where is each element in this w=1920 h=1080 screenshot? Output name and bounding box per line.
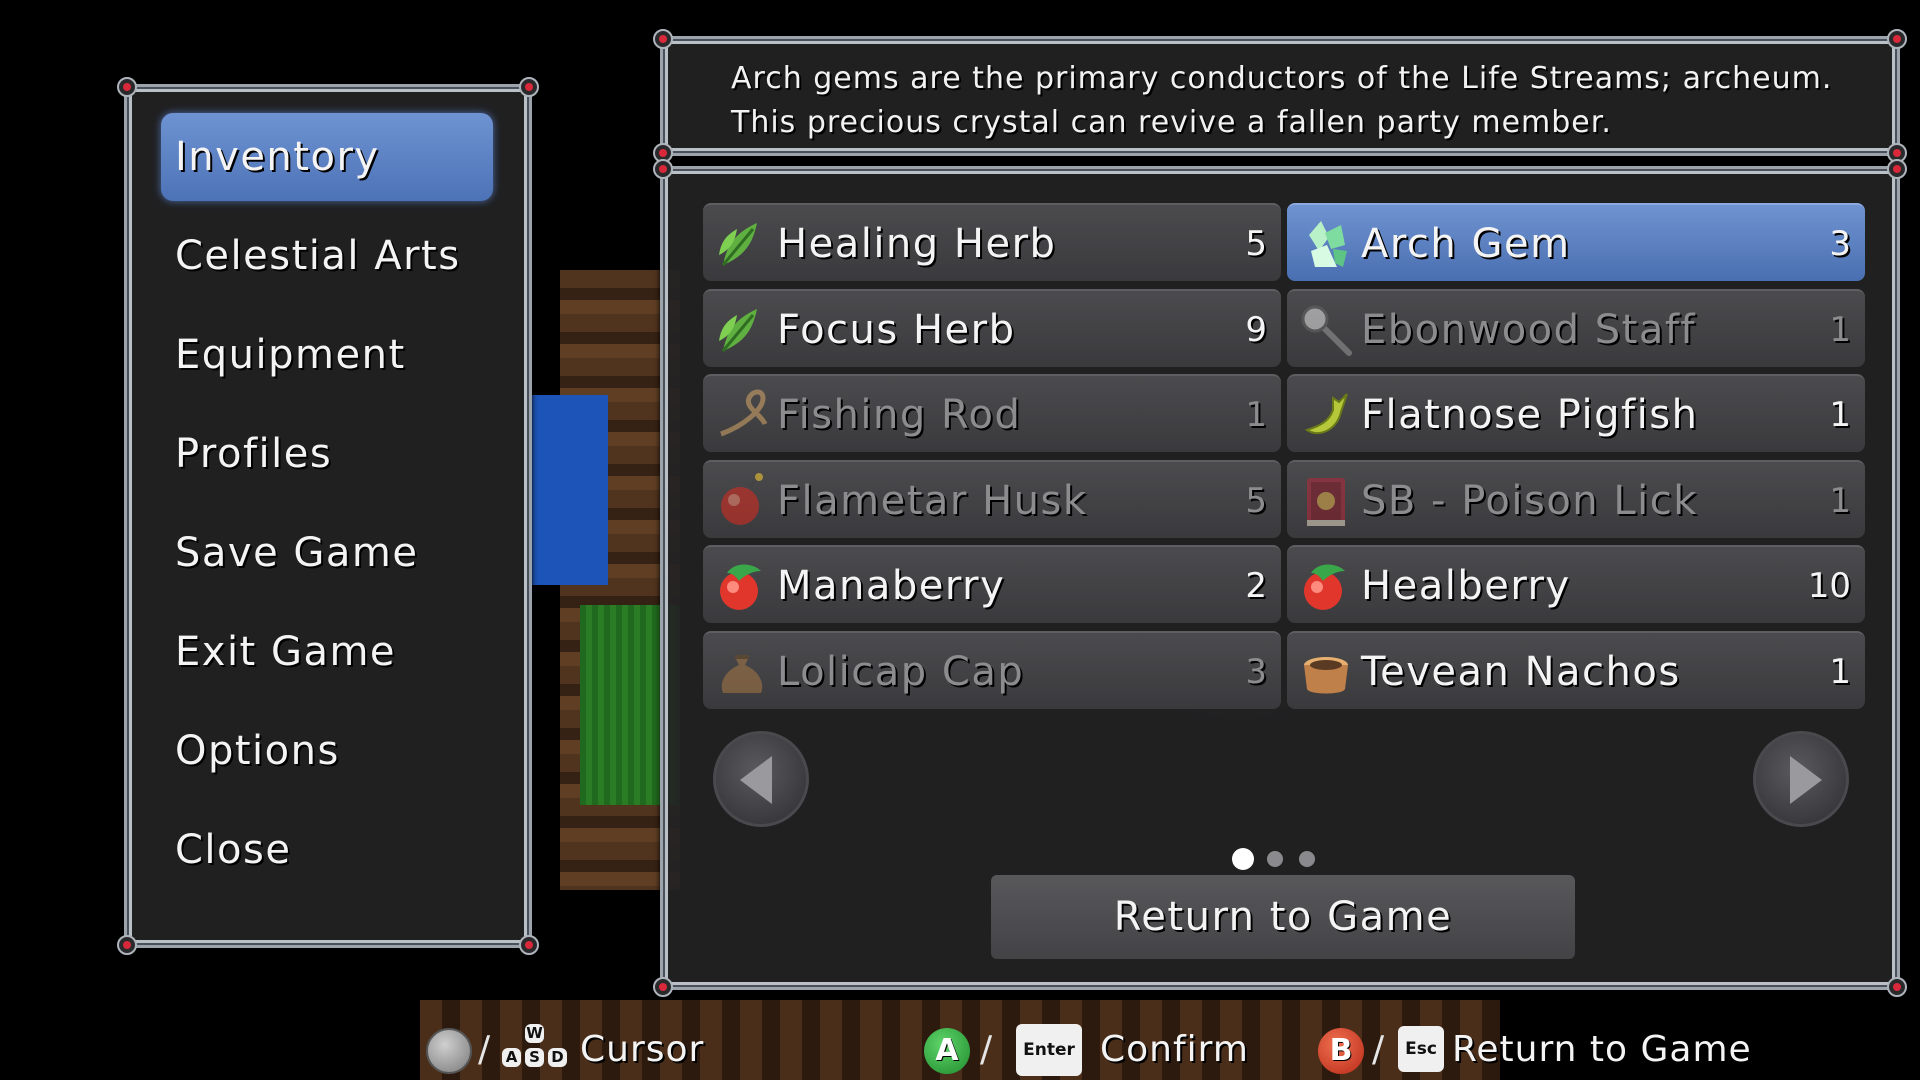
- item-quantity: 1: [1829, 395, 1851, 435]
- corner-gem-icon: [117, 77, 137, 97]
- menu-item-celestial-arts[interactable]: Celestial Arts: [161, 212, 493, 300]
- control-hints-bar: / W A S D Cursor A / Enter Confirm B / E…: [0, 1020, 1920, 1080]
- previous-page-button[interactable]: [713, 731, 809, 827]
- left-arrow-icon: [740, 756, 772, 804]
- confirm-hint-label: Confirm: [1100, 1029, 1249, 1070]
- corner-gem-icon: [653, 977, 673, 997]
- inventory-slot[interactable]: Fishing Rod 1: [703, 374, 1281, 452]
- item-quantity: 2: [1245, 566, 1267, 606]
- next-page-button[interactable]: [1753, 731, 1849, 827]
- inventory-slot[interactable]: Focus Herb 9: [703, 288, 1281, 367]
- menu-item-exit-game[interactable]: Exit Game: [161, 608, 493, 696]
- corner-gem-icon: [653, 29, 673, 49]
- wasd-keys-icon: W A S D: [500, 1024, 570, 1076]
- pot-icon: [1297, 643, 1355, 701]
- item-quantity: 1: [1829, 480, 1851, 521]
- berry-icon: [1297, 557, 1355, 615]
- inventory-slot[interactable]: Flatnose Pigfish 1: [1287, 374, 1865, 452]
- item-name: Healing Herb: [777, 221, 1057, 267]
- item-quantity: 1: [1245, 395, 1267, 435]
- esc-key-icon: Esc: [1398, 1026, 1444, 1072]
- a-button-icon: A: [924, 1028, 970, 1074]
- fish-icon: [1297, 386, 1355, 444]
- inventory-slot[interactable]: Tevean Nachos 1: [1287, 630, 1865, 709]
- item-name: Flatnose Pigfish: [1361, 392, 1699, 438]
- corner-gem-icon: [519, 935, 539, 955]
- book-icon: [1297, 472, 1355, 530]
- page-dot-active[interactable]: [1232, 848, 1254, 870]
- inventory-slot[interactable]: Flametar Husk 5: [703, 459, 1281, 538]
- menu-item-profiles[interactable]: Profiles: [161, 410, 493, 498]
- page-dot[interactable]: [1267, 851, 1283, 867]
- inventory-slot[interactable]: Lolicap Cap 3: [703, 630, 1281, 709]
- hint-separator: /: [478, 1029, 491, 1070]
- main-menu-panel: Inventory Celestial Arts Equipment Profiles…: [117, 77, 539, 955]
- corner-gem-icon: [1887, 159, 1907, 179]
- corner-gem-icon: [117, 935, 137, 955]
- inventory-slot[interactable]: Healing Herb 5: [703, 203, 1281, 281]
- item-name: Ebonwood Staff: [1361, 306, 1697, 353]
- key-d: D: [548, 1048, 567, 1067]
- item-name: Focus Herb: [777, 306, 1016, 353]
- corner-gem-icon: [653, 159, 673, 179]
- leaf-icon: [713, 215, 771, 273]
- analog-stick-icon: [426, 1028, 472, 1074]
- item-quantity: 5: [1245, 224, 1267, 264]
- inventory-slot[interactable]: Arch Gem 3: [1287, 203, 1865, 281]
- enter-key-icon: Enter: [1016, 1024, 1082, 1076]
- bomb-icon: [713, 472, 771, 530]
- menu-item-close[interactable]: Close: [161, 806, 493, 894]
- item-description-text: Arch gems are the primary conductors of …: [731, 61, 1833, 140]
- item-name: Manaberry: [777, 563, 1006, 609]
- inventory-slot[interactable]: Ebonwood Staff 1: [1287, 288, 1865, 367]
- leaf-icon: [713, 301, 771, 359]
- item-name: Healberry: [1361, 563, 1571, 609]
- hint-separator: /: [1372, 1029, 1385, 1070]
- page-dot[interactable]: [1299, 851, 1315, 867]
- inventory-panel: Healing Herb 5 Arch Gem 3 Focus Herb 9 Ebonwoo…: [653, 159, 1907, 997]
- item-name: SB - Poison Lick: [1361, 477, 1698, 524]
- key-w: W: [525, 1024, 544, 1043]
- key-a: A: [502, 1048, 521, 1067]
- item-quantity: 10: [1807, 566, 1851, 606]
- character-cloth: [528, 395, 608, 585]
- item-description-panel: Arch gems are the primary conductors of …: [653, 29, 1907, 163]
- cursor-hint-label: Cursor: [580, 1029, 705, 1070]
- berry-icon: [713, 557, 771, 615]
- crystal-icon: [1297, 215, 1355, 273]
- menu-item-save-game[interactable]: Save Game: [161, 509, 493, 597]
- return-hint-label: Return to Game: [1452, 1029, 1752, 1070]
- inventory-slot[interactable]: Manaberry 2: [703, 545, 1281, 623]
- menu-item-inventory[interactable]: Inventory: [161, 113, 493, 201]
- item-quantity: 3: [1829, 224, 1851, 264]
- item-name: Fishing Rod: [777, 392, 1022, 438]
- inventory-slot[interactable]: Healberry 10: [1287, 545, 1865, 623]
- hint-separator: /: [980, 1029, 993, 1070]
- item-name: Lolicap Cap: [777, 648, 1025, 695]
- item-name: Arch Gem: [1361, 221, 1571, 267]
- menu-item-equipment[interactable]: Equipment: [161, 311, 493, 399]
- sack-icon: [713, 643, 771, 701]
- item-quantity: 9: [1245, 309, 1267, 350]
- return-to-game-button[interactable]: Return to Game: [991, 875, 1575, 959]
- inventory-slot[interactable]: SB - Poison Lick 1: [1287, 459, 1865, 538]
- corner-gem-icon: [1887, 977, 1907, 997]
- item-quantity: 1: [1829, 651, 1851, 692]
- item-name: Tevean Nachos: [1361, 648, 1681, 695]
- item-quantity: 5: [1245, 480, 1267, 521]
- b-button-icon: B: [1318, 1028, 1364, 1074]
- staff-icon: [1297, 301, 1355, 359]
- item-name: Flametar Husk: [777, 477, 1088, 524]
- corner-gem-icon: [1887, 29, 1907, 49]
- key-s: S: [525, 1048, 544, 1067]
- right-arrow-icon: [1790, 756, 1822, 804]
- corner-gem-icon: [519, 77, 539, 97]
- fishing-rod-icon: [713, 386, 771, 444]
- item-quantity: 1: [1829, 309, 1851, 350]
- menu-item-options[interactable]: Options: [161, 707, 493, 795]
- item-quantity: 3: [1245, 651, 1267, 692]
